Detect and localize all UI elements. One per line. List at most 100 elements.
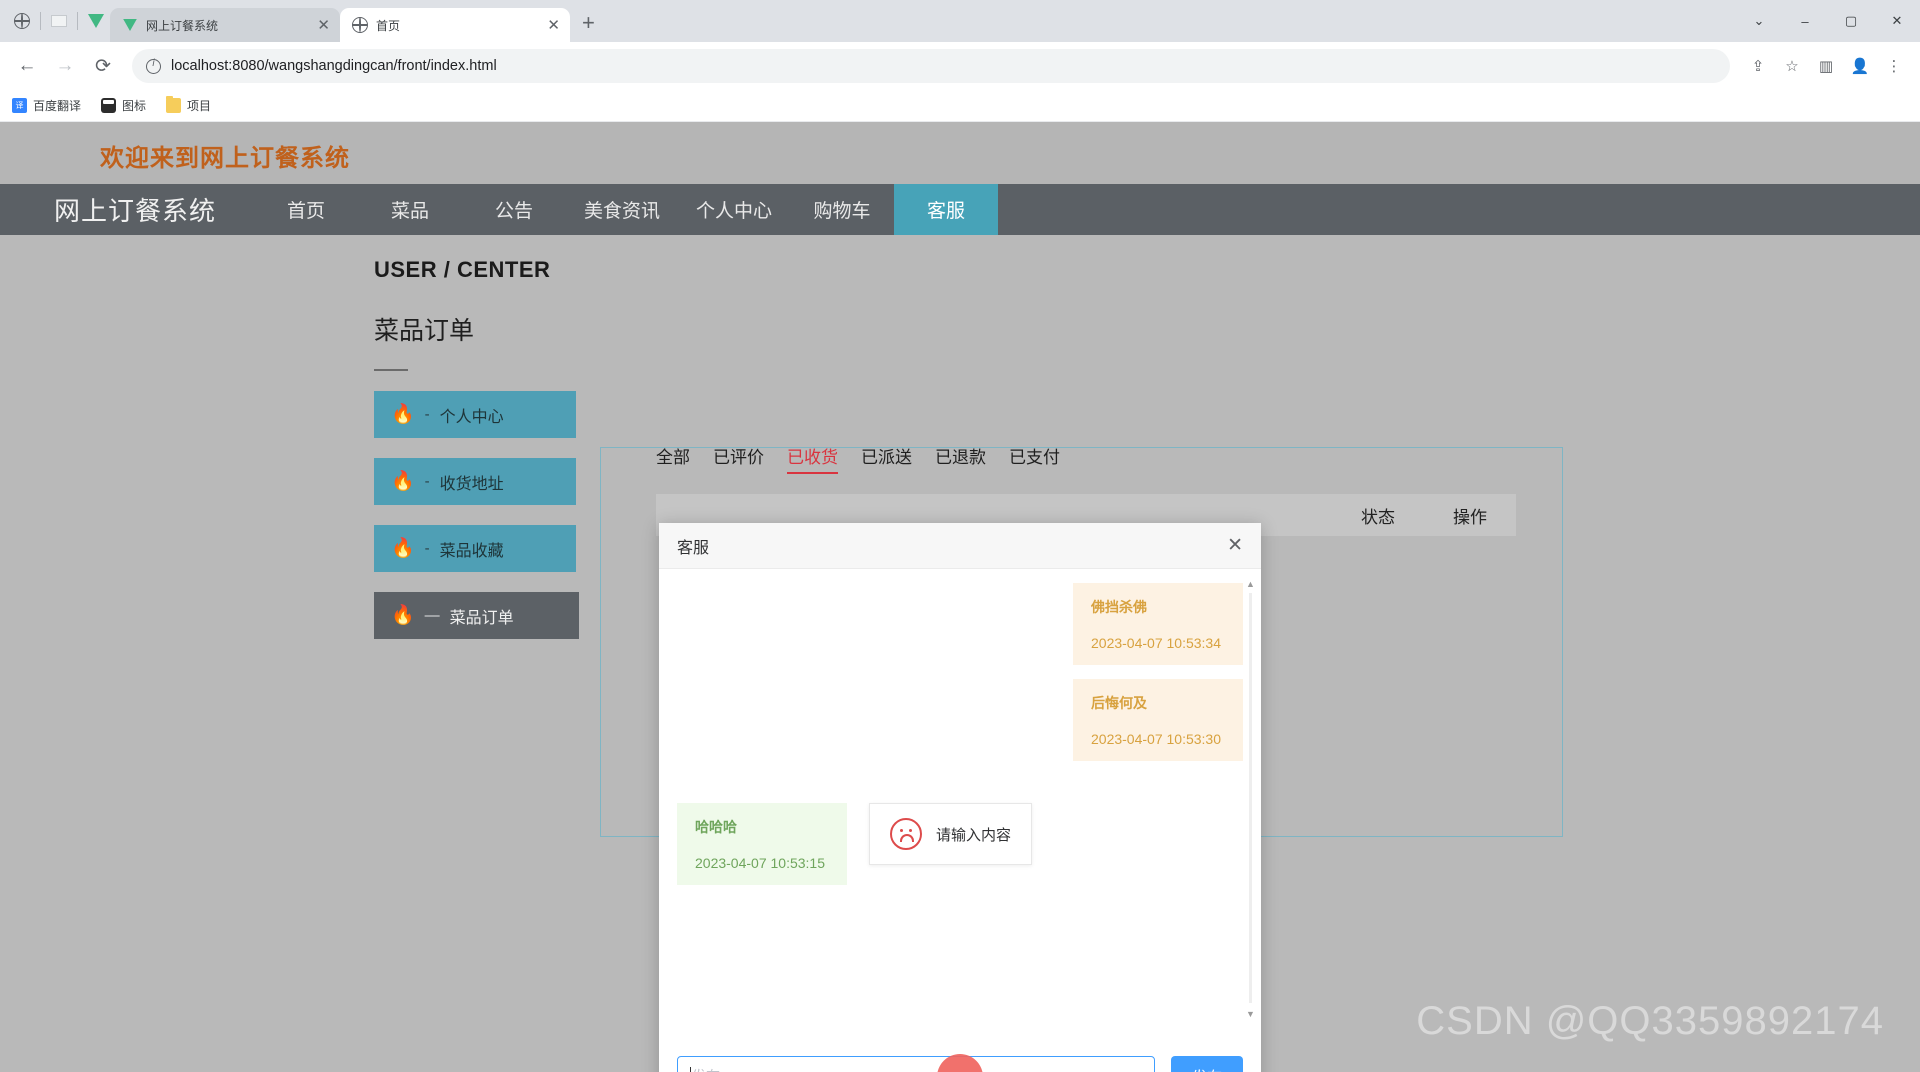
close-icon[interactable]: ✕: [1227, 536, 1243, 555]
order-tab-reviewed[interactable]: 已评价: [713, 443, 764, 474]
tab-close-icon[interactable]: ✕: [317, 18, 330, 33]
message-time: 2023-04-07 10:53:15: [695, 855, 825, 871]
message-text: 哈哈哈: [695, 819, 737, 835]
window-controls: ⌄ – ▢ ✕: [1736, 0, 1920, 42]
close-window-button[interactable]: ✕: [1874, 0, 1920, 42]
sidebar-item-user-center[interactable]: 🔥 - 个人中心: [374, 391, 576, 438]
minimize-button[interactable]: –: [1782, 0, 1828, 42]
forward-button[interactable]: →: [48, 49, 82, 83]
back-button[interactable]: ←: [10, 49, 44, 83]
separator: -: [424, 540, 430, 557]
reload-button[interactable]: ⟳: [86, 49, 120, 83]
text-caret: [690, 1067, 691, 1072]
maximize-button[interactable]: ▢: [1828, 0, 1874, 42]
sidebar-divider: [374, 369, 408, 371]
fire-icon: 🔥: [391, 538, 415, 559]
tab-close-icon[interactable]: ✕: [547, 18, 560, 33]
info-circle-icon[interactable]: [146, 58, 161, 74]
chat-input-placeholder: 发布: [692, 1066, 720, 1072]
watermark: CSDN @QQ3359892174: [1416, 999, 1884, 1043]
site-navbar: 网上订餐系统 首页 菜品 公告 美食资讯 个人中心 购物车 客服: [0, 184, 1920, 235]
sidebar-eyebrow: USER / CENTER: [374, 257, 551, 282]
bookmark-label: 图标: [122, 99, 147, 113]
sidebar-item-label: 个人中心: [439, 408, 504, 426]
customer-service-dialog: 客服 ✕ 佛挡杀佛 2023-04-07 10:53:34 后悔何及 2023-…: [659, 523, 1261, 1072]
chat-message-list: 佛挡杀佛 2023-04-07 10:53:34 后悔何及 2023-04-07…: [659, 569, 1261, 1029]
chat-input[interactable]: 发布: [677, 1056, 1155, 1072]
message-time: 2023-04-07 10:53:30: [1091, 731, 1221, 747]
image-icon: [101, 98, 117, 113]
browser-toolbar: ← → ⟳ localhost:8080/wangshangdingcan/fr…: [0, 42, 1920, 90]
browser-tab-2[interactable]: 首页 ✕: [340, 8, 570, 42]
separator: -: [424, 473, 430, 490]
web-page: 欢迎来到网上订餐系统 网上订餐系统 首页 菜品 公告 美食资讯 个人中心 购物车…: [0, 122, 1920, 1072]
message-bubble-user: 哈哈哈 2023-04-07 10:53:15: [677, 803, 847, 885]
address-bar[interactable]: localhost:8080/wangshangdingcan/front/in…: [132, 49, 1730, 83]
sidebar-item-dish-orders[interactable]: 🔥 — 菜品订单: [374, 592, 579, 639]
vue-icon: [88, 14, 104, 28]
globe-icon: [352, 17, 368, 33]
tab-title: 首页: [376, 18, 401, 33]
globe-icon: [14, 13, 30, 29]
sidebar-heading: 菜品订单: [374, 317, 475, 345]
site-brand[interactable]: 网上订餐系统: [0, 184, 254, 235]
bookmark-project[interactable]: 项目: [166, 96, 212, 114]
sidepanel-icon[interactable]: ▥: [1810, 50, 1842, 82]
separator: —: [424, 607, 440, 624]
fire-icon: 🔥: [391, 471, 415, 492]
sidebar-item-label: 收货地址: [439, 475, 504, 493]
nav-item-dishes[interactable]: 菜品: [358, 184, 462, 235]
folder-icon: [166, 96, 182, 113]
sidebar-item-label: 菜品收藏: [439, 542, 504, 560]
message-bubble-agent: 后悔何及 2023-04-07 10:53:30: [1073, 679, 1243, 761]
star-icon[interactable]: ☆: [1776, 50, 1808, 82]
nav-item-food-news[interactable]: 美食资讯: [566, 184, 678, 235]
nav-item-cart[interactable]: 购物车: [790, 184, 894, 235]
menu-icon[interactable]: ⋮: [1878, 50, 1910, 82]
sidebar-item-shipping-address[interactable]: 🔥 - 收货地址: [374, 458, 576, 505]
scroll-up-icon[interactable]: ▲: [1246, 579, 1255, 589]
order-status-tabs: 全部 已评价 已收货 已派送 已退款 已支付: [656, 443, 1060, 474]
order-tab-all[interactable]: 全部: [656, 443, 690, 474]
separator: -: [424, 406, 430, 423]
tab-search-button[interactable]: ⌄: [1736, 0, 1782, 42]
browser-chrome: 网上订餐系统 ✕ 首页 ✕ + ⌄ – ▢ ✕ ← → ⟳ localhost:…: [0, 0, 1920, 122]
toolbar-actions: ⇪ ☆ ▥ 👤 ⋮: [1742, 50, 1910, 82]
chat-message: 哈哈哈 2023-04-07 10:53:15 请输入内容: [677, 803, 1243, 885]
order-tab-received[interactable]: 已收货: [787, 443, 838, 474]
bookmark-baidu-translate[interactable]: 译 百度翻译: [12, 97, 81, 114]
bookmark-label: 项目: [187, 99, 212, 113]
bookmark-icons[interactable]: 图标: [101, 97, 146, 114]
order-tab-refunded[interactable]: 已退款: [935, 443, 986, 474]
order-tab-paid[interactable]: 已支付: [1009, 443, 1060, 474]
send-button[interactable]: 发布: [1171, 1056, 1243, 1072]
translate-icon: 译: [12, 98, 27, 113]
site-hero: 欢迎来到网上订餐系统: [0, 122, 1920, 184]
url-text: localhost:8080/wangshangdingcan/front/in…: [171, 58, 497, 74]
chat-message: 后悔何及 2023-04-07 10:53:30: [677, 679, 1243, 761]
nav-item-announcements[interactable]: 公告: [462, 184, 566, 235]
order-tab-dispatched[interactable]: 已派送: [861, 443, 912, 474]
bookmark-label: 百度翻译: [33, 99, 82, 113]
profile-icon[interactable]: 👤: [1844, 50, 1876, 82]
new-tab-button[interactable]: +: [570, 8, 607, 42]
chat-scrollbar[interactable]: ▲ ▼: [1246, 579, 1255, 1019]
message-bubble-agent: 佛挡杀佛 2023-04-07 10:53:34: [1073, 583, 1243, 665]
browser-tab-1[interactable]: 网上订餐系统 ✕: [110, 8, 340, 42]
divider: [40, 12, 41, 30]
message-time: 2023-04-07 10:53:34: [1091, 635, 1221, 651]
scroll-down-icon[interactable]: ▼: [1246, 1009, 1255, 1019]
dialog-header: 客服 ✕: [659, 523, 1261, 569]
column-actions: 操作: [1453, 507, 1487, 527]
nav-item-customer-service[interactable]: 客服: [894, 184, 999, 235]
tabstrip-leading-icons: [6, 0, 110, 42]
scrollbar-track[interactable]: [1249, 593, 1252, 1003]
tab-strip: 网上订餐系统 ✕ 首页 ✕ + ⌄ – ▢ ✕: [0, 0, 1920, 42]
share-icon[interactable]: ⇪: [1742, 50, 1774, 82]
nav-item-user-center[interactable]: 个人中心: [678, 184, 790, 235]
validation-tooltip: 请输入内容: [869, 803, 1033, 865]
fire-icon: 🔥: [391, 404, 415, 425]
validation-message: 请输入内容: [936, 826, 1012, 844]
sidebar-item-dish-favorites[interactable]: 🔥 - 菜品收藏: [374, 525, 576, 572]
nav-item-home[interactable]: 首页: [254, 184, 358, 235]
